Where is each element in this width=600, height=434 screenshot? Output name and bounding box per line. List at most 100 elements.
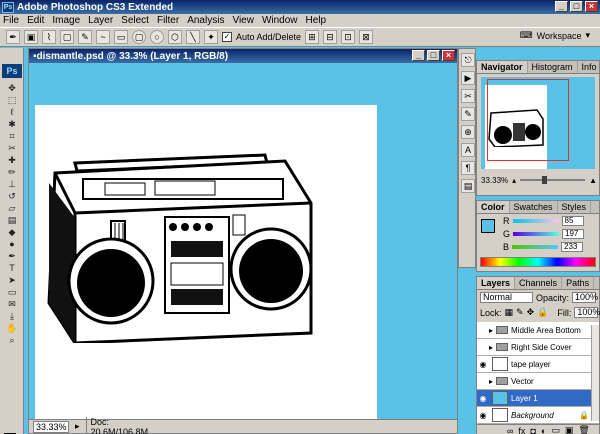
freeform-pen-icon[interactable]: ~ bbox=[96, 30, 110, 44]
opacity-field[interactable]: 100% bbox=[572, 292, 598, 303]
eye-icon[interactable]: ◉ bbox=[477, 394, 489, 403]
type-tool-icon[interactable]: T bbox=[2, 262, 22, 274]
tab-paths[interactable]: Paths bbox=[562, 277, 595, 289]
canvas[interactable] bbox=[35, 105, 377, 419]
lock-image-icon[interactable]: ✎ bbox=[516, 307, 524, 318]
layer-row[interactable]: ▸ Vector bbox=[477, 373, 599, 390]
clone-stamp-tool-icon[interactable]: ⊥ bbox=[2, 178, 22, 190]
lock-all-icon[interactable]: 🔒 bbox=[537, 307, 548, 318]
navigator-zoom-slider[interactable] bbox=[520, 176, 586, 184]
menu-image[interactable]: Image bbox=[52, 15, 80, 26]
tab-channels[interactable]: Channels bbox=[515, 277, 563, 289]
status-menu-arrow[interactable]: ▸ bbox=[75, 421, 80, 432]
blend-mode-select[interactable]: Normal bbox=[480, 292, 533, 303]
notes-tool-icon[interactable]: ✉ bbox=[2, 298, 22, 310]
channel-r-slider[interactable] bbox=[512, 218, 559, 223]
minimize-button[interactable]: _ bbox=[555, 1, 568, 12]
shape-layers-icon[interactable]: ▣ bbox=[24, 30, 38, 44]
channel-g-slider[interactable] bbox=[513, 231, 560, 236]
history-brush-tool-icon[interactable]: ↺ bbox=[2, 190, 22, 202]
line-icon[interactable]: ╲ bbox=[186, 30, 200, 44]
channel-g-value[interactable]: 197 bbox=[562, 228, 585, 239]
hand-tool-icon[interactable]: ✋ bbox=[2, 322, 22, 334]
dodge-tool-icon[interactable]: ● bbox=[2, 238, 22, 250]
paragraph-panel-icon[interactable]: ¶ bbox=[461, 161, 475, 175]
doc-close-button[interactable]: × bbox=[442, 50, 455, 61]
navigator-view-box[interactable] bbox=[487, 79, 569, 161]
history-panel-icon[interactable]: ⎋ bbox=[461, 53, 475, 67]
auto-add-delete-checkbox[interactable]: ✓ bbox=[222, 32, 232, 42]
tab-info[interactable]: Info bbox=[578, 61, 600, 73]
brushes-panel-icon[interactable]: ✎ bbox=[461, 107, 475, 121]
menu-help[interactable]: Help bbox=[306, 15, 327, 26]
paths-icon[interactable]: ⌇ bbox=[42, 30, 56, 44]
expand-arrow-icon[interactable]: ▸ bbox=[489, 326, 493, 335]
subtract-path-area-icon[interactable]: ⊟ bbox=[323, 30, 338, 44]
doc-minimize-button[interactable]: _ bbox=[412, 50, 425, 61]
custom-shape-icon[interactable]: ✦ bbox=[204, 30, 218, 44]
channel-b-value[interactable]: 233 bbox=[561, 241, 584, 252]
layer-mask-icon[interactable]: ◘ bbox=[530, 426, 535, 434]
menu-view[interactable]: View bbox=[232, 15, 254, 26]
clone-source-icon[interactable]: ⊕ bbox=[461, 125, 475, 139]
exclude-path-area-icon[interactable]: ⊠ bbox=[359, 30, 374, 44]
tab-layers[interactable]: Layers bbox=[477, 277, 516, 289]
intersect-path-area-icon[interactable]: ⊡ bbox=[341, 30, 356, 44]
eraser-tool-icon[interactable]: ▱ bbox=[2, 202, 22, 214]
zoom-field[interactable]: 33.33% bbox=[33, 420, 69, 433]
zoom-tool-icon[interactable]: ⌕ bbox=[2, 334, 22, 346]
color-panel-foreground-swatch[interactable] bbox=[481, 219, 495, 233]
canvas-area[interactable] bbox=[29, 63, 457, 419]
channel-b-slider[interactable] bbox=[512, 244, 559, 249]
doc-maximize-button[interactable]: □ bbox=[427, 50, 440, 61]
layer-comps-icon[interactable]: ▤ bbox=[461, 179, 475, 193]
path-selection-tool-icon[interactable]: ➤ bbox=[2, 274, 22, 286]
pen-icon[interactable]: ✎ bbox=[78, 30, 92, 44]
menu-file[interactable]: File bbox=[3, 15, 19, 26]
healing-brush-tool-icon[interactable]: ✚ bbox=[2, 154, 22, 166]
magic-wand-tool-icon[interactable]: ✱ bbox=[2, 118, 22, 130]
link-layers-icon[interactable]: ∞ bbox=[507, 426, 513, 434]
eyedropper-tool-icon[interactable]: ⤓ bbox=[2, 310, 22, 322]
layer-row[interactable]: ◉ Background 🔒 bbox=[477, 407, 599, 424]
menu-analysis[interactable]: Analysis bbox=[187, 15, 224, 26]
adjustment-layer-icon[interactable]: ◐ bbox=[541, 426, 546, 434]
brush-tool-icon[interactable]: ✏ bbox=[2, 166, 22, 178]
lock-position-icon[interactable]: ✥ bbox=[527, 307, 535, 318]
ellipse-icon[interactable]: ○ bbox=[150, 30, 164, 44]
tool-presets-icon[interactable]: ✂ bbox=[461, 89, 475, 103]
eye-icon[interactable]: ◉ bbox=[477, 360, 489, 369]
pen-tool-icon[interactable]: ✒ bbox=[2, 250, 22, 262]
channel-r-value[interactable]: 85 bbox=[561, 215, 584, 226]
workspace-control[interactable]: ⌨ Workspace ▾ bbox=[520, 30, 590, 41]
menu-edit[interactable]: Edit bbox=[27, 15, 44, 26]
menu-layer[interactable]: Layer bbox=[88, 15, 113, 26]
shape-tool-icon[interactable]: ▭ bbox=[2, 286, 22, 298]
maximize-button[interactable]: □ bbox=[570, 1, 583, 12]
navigator-preview[interactable] bbox=[481, 77, 595, 169]
actions-panel-icon[interactable]: ▶ bbox=[461, 71, 475, 85]
character-panel-icon[interactable]: A bbox=[461, 143, 475, 157]
close-button[interactable]: × bbox=[585, 1, 598, 12]
fill-pixels-icon[interactable]: ▢ bbox=[60, 30, 74, 44]
zoom-out-icon[interactable]: ▴ bbox=[512, 176, 516, 185]
eye-icon[interactable]: ◉ bbox=[477, 411, 489, 420]
add-path-area-icon[interactable]: ⊞ bbox=[305, 30, 320, 44]
tab-swatches[interactable]: Swatches bbox=[510, 201, 558, 213]
tab-color[interactable]: Color bbox=[477, 201, 510, 213]
layer-row[interactable]: ◉ tape player bbox=[477, 356, 599, 373]
rounded-rectangle-icon[interactable]: ▢ bbox=[132, 30, 146, 44]
menu-filter[interactable]: Filter bbox=[157, 15, 179, 26]
layer-row[interactable]: ▸ Right Side Cover bbox=[477, 339, 599, 356]
new-group-icon[interactable]: ▭ bbox=[551, 425, 560, 434]
expand-arrow-icon[interactable]: ▸ bbox=[489, 343, 493, 352]
slice-tool-icon[interactable]: ✂ bbox=[2, 142, 22, 154]
blur-tool-icon[interactable]: ◆ bbox=[2, 226, 22, 238]
gradient-tool-icon[interactable]: ▤ bbox=[2, 214, 22, 226]
color-spectrum[interactable] bbox=[480, 257, 596, 267]
menu-select[interactable]: Select bbox=[121, 15, 149, 26]
pen-tool-preset-icon[interactable]: ✒ bbox=[6, 30, 20, 44]
tab-histogram[interactable]: Histogram bbox=[528, 61, 578, 73]
lock-transparency-icon[interactable]: ▦ bbox=[505, 307, 514, 318]
expand-arrow-icon[interactable]: ▸ bbox=[489, 377, 493, 386]
